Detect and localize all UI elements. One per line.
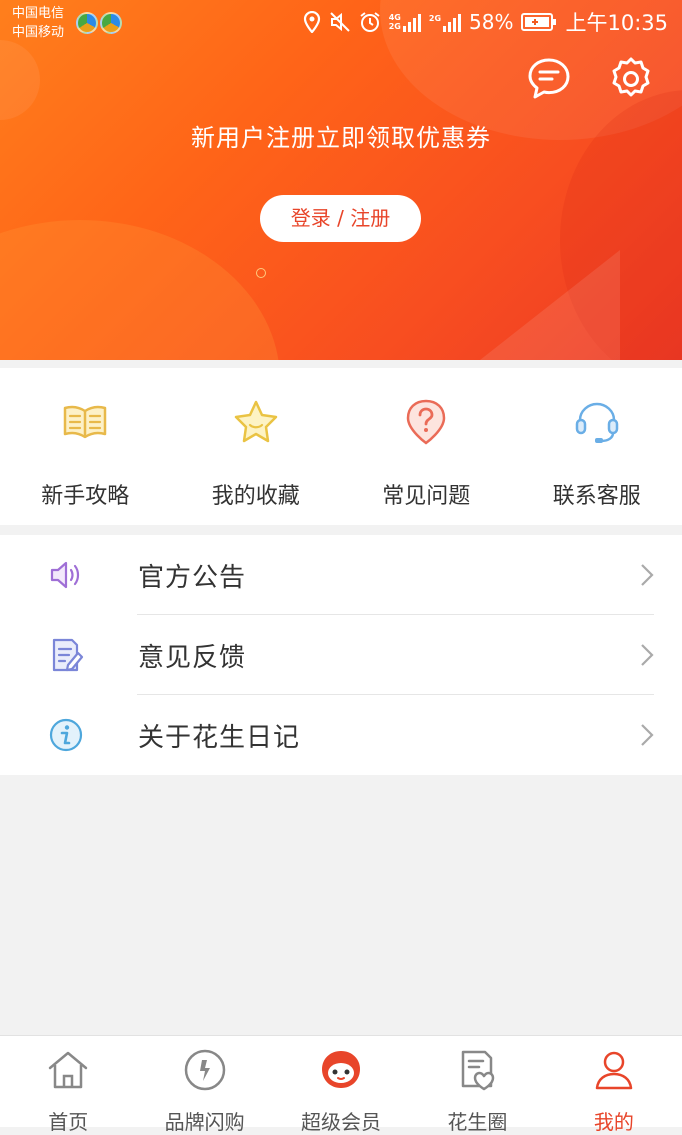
menu-item-feedback[interactable]: 意见反馈	[0, 615, 682, 695]
quick-link-faq[interactable]: 常见问题	[341, 368, 512, 525]
net-label-top: 4G	[389, 13, 401, 22]
network-indicator-2: 2G	[429, 12, 461, 32]
message-icon[interactable]	[526, 56, 572, 102]
chevron-right-icon	[640, 643, 654, 667]
menu-label: 关于花生日记	[138, 717, 300, 754]
menu-list: 官方公告 意见反馈 关于花生日记	[0, 535, 682, 775]
promo-text: 新用户注册立即领取优惠券	[0, 118, 682, 153]
flash-icon	[183, 1048, 227, 1092]
location-icon	[303, 11, 321, 33]
profile-header: 中国电信 中国移动 4G 2G	[0, 0, 682, 360]
quick-links: 新手攻略 我的收藏 常见问题 联系客服	[0, 368, 682, 525]
feedback-icon	[48, 637, 84, 673]
carrier-logos	[76, 12, 122, 34]
alarm-icon	[359, 11, 381, 33]
tab-label: 花生圈	[447, 1106, 507, 1135]
bottom-tab-bar: 首页 品牌闪购 超级会员 花生圈 我的	[0, 1035, 682, 1127]
chevron-right-icon	[640, 723, 654, 747]
info-icon	[48, 717, 84, 753]
carrier-logo-icon	[100, 12, 122, 34]
carrier-1: 中国电信	[12, 4, 64, 23]
tab-mine[interactable]: 我的	[546, 1036, 682, 1127]
network-indicator: 4G 2G	[389, 12, 421, 32]
tab-super-member[interactable]: 超级会员	[273, 1036, 409, 1127]
star-icon	[232, 398, 280, 446]
menu-label: 官方公告	[138, 557, 246, 594]
login-register-button[interactable]: 登录 / 注册	[260, 195, 421, 242]
net-label-bottom: 2G	[389, 22, 401, 31]
tab-label: 首页	[48, 1106, 88, 1135]
tab-home[interactable]: 首页	[0, 1036, 136, 1127]
mute-icon	[329, 11, 351, 33]
status-bar: 中国电信 中国移动 4G 2G	[0, 0, 682, 44]
decor-triangle	[480, 250, 620, 360]
tab-label: 超级会员	[301, 1106, 381, 1135]
tab-label: 我的	[594, 1106, 634, 1135]
decor-blob	[0, 40, 40, 120]
menu-label: 意见反馈	[138, 637, 246, 674]
quick-link-favorites[interactable]: 我的收藏	[171, 368, 342, 525]
headset-icon	[573, 398, 621, 446]
quick-link-label: 新手攻略	[41, 478, 129, 510]
profile-icon	[592, 1048, 636, 1092]
quick-link-guide[interactable]: 新手攻略	[0, 368, 171, 525]
circle-icon	[455, 1048, 499, 1092]
clock: 上午10:35	[565, 7, 668, 37]
quick-link-label: 联系客服	[553, 478, 641, 510]
tab-peanut-circle[interactable]: 花生圈	[409, 1036, 545, 1127]
book-icon	[61, 398, 109, 446]
signal-icon	[403, 12, 421, 32]
decor-ring	[256, 268, 266, 278]
carrier-2: 中国移动	[12, 23, 64, 42]
status-icons: 4G 2G 2G 58%	[303, 8, 668, 36]
quick-link-support[interactable]: 联系客服	[512, 368, 682, 525]
menu-item-announcements[interactable]: 官方公告	[0, 535, 682, 615]
decor-blob	[0, 220, 280, 360]
speaker-icon	[48, 557, 84, 593]
carrier-logo-icon	[76, 12, 98, 34]
tab-brand-flash[interactable]: 品牌闪购	[136, 1036, 272, 1127]
quick-link-label: 我的收藏	[212, 478, 300, 510]
gear-icon[interactable]	[608, 56, 654, 102]
net2-label: 2G	[429, 14, 441, 23]
carrier-names: 中国电信 中国移动	[12, 4, 64, 42]
battery-icon	[521, 12, 557, 32]
menu-item-about[interactable]: 关于花生日记	[0, 695, 682, 775]
header-actions	[526, 56, 654, 102]
question-icon	[402, 398, 450, 446]
mascot-icon	[319, 1048, 363, 1092]
battery-percent: 58%	[469, 10, 513, 34]
quick-link-label: 常见问题	[382, 478, 470, 510]
chevron-right-icon	[640, 563, 654, 587]
home-icon	[46, 1048, 90, 1092]
signal-icon	[443, 12, 461, 32]
tab-label: 品牌闪购	[165, 1106, 245, 1135]
